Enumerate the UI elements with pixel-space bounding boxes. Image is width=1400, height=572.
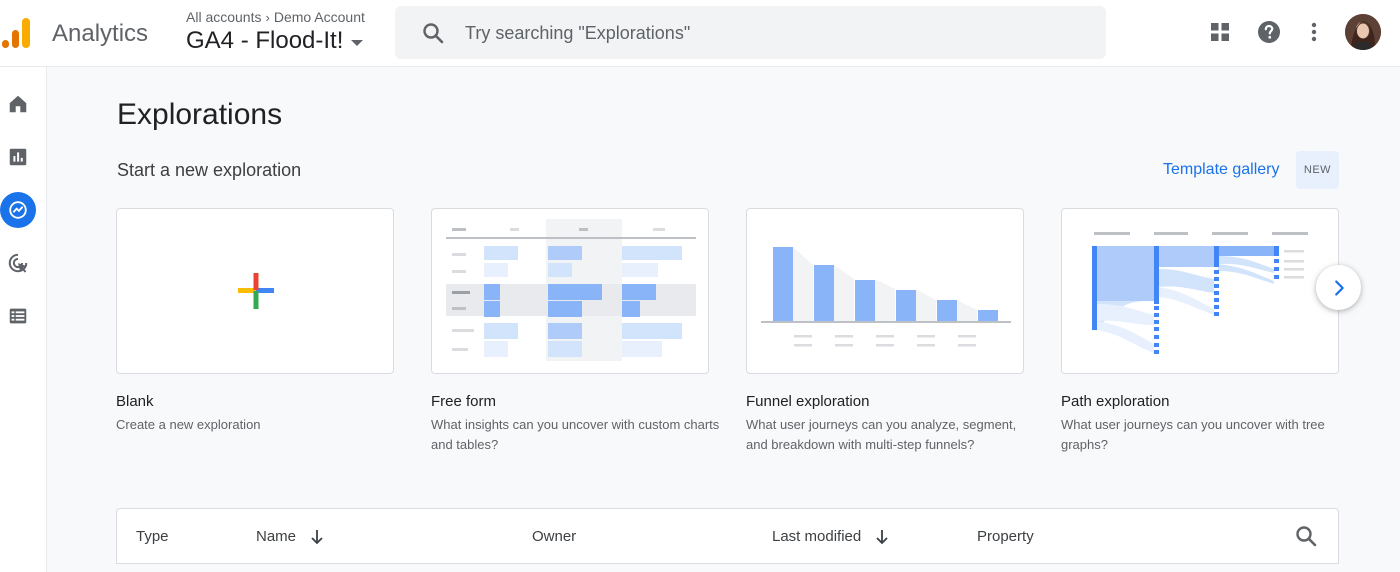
arrow-down-icon	[876, 529, 888, 544]
app-name: Analytics	[52, 20, 149, 47]
list-icon	[9, 308, 27, 324]
breadcrumb-account[interactable]: Demo Account	[274, 9, 365, 25]
home-icon	[9, 95, 27, 113]
column-header-type[interactable]: Type	[136, 528, 169, 545]
search-input[interactable]	[465, 18, 1065, 48]
column-label-property: Property	[977, 528, 1034, 545]
analytics-logo-icon[interactable]	[0, 16, 36, 50]
card-free-form[interactable]	[431, 208, 709, 374]
property-name: GA4 - Flood-It!	[186, 27, 344, 54]
free-form-table-illustration-icon	[446, 219, 696, 361]
card-title-path-exploration: Path exploration	[1061, 393, 1170, 410]
template-gallery-link[interactable]: Template gallery	[1163, 161, 1280, 179]
explorations-table: Type Name Owner Last modified Property	[116, 508, 1339, 564]
card-blank[interactable]	[116, 208, 394, 374]
section-title: Start a new exploration	[117, 160, 302, 180]
breadcrumb-accounts[interactable]: All accounts	[186, 9, 261, 25]
colorful-plus-icon	[238, 273, 274, 309]
target-cursor-icon	[8, 253, 28, 273]
nav-item-home[interactable]	[0, 86, 36, 122]
card-title-funnel-exploration: Funnel exploration	[746, 393, 870, 410]
card-title-blank: Blank	[116, 393, 154, 410]
column-header-property[interactable]: Property	[977, 528, 1034, 545]
card-title-free-form: Free form	[431, 393, 497, 410]
new-badge: NEW	[1296, 151, 1339, 189]
column-label-name: Name	[256, 528, 297, 545]
funnel-chart-illustration-icon	[761, 247, 1011, 347]
carousel-next-button[interactable]	[1316, 265, 1361, 310]
avatar[interactable]	[1345, 14, 1381, 50]
card-desc-blank: Create a new exploration	[116, 417, 261, 432]
nav-item-advertising[interactable]	[0, 245, 36, 281]
search-icon	[423, 23, 444, 44]
property-selector[interactable]: GA4 - Flood-It!	[186, 27, 364, 55]
top-app-bar: Analytics All accounts › Demo Account GA…	[0, 0, 1400, 67]
arrow-down-icon	[311, 529, 323, 544]
column-header-name[interactable]: Name	[256, 528, 324, 545]
column-header-last-modified[interactable]: Last modified	[772, 528, 889, 545]
column-label-owner: Owner	[532, 528, 577, 545]
caret-down-icon	[351, 39, 364, 46]
search-icon[interactable]	[1294, 524, 1318, 548]
column-label-type: Type	[136, 528, 169, 545]
profile-photo-icon	[1345, 14, 1381, 50]
nav-item-reports[interactable]	[0, 139, 36, 175]
explore-icon	[9, 201, 27, 219]
breadcrumb[interactable]: All accounts › Demo Account	[186, 9, 365, 25]
chevron-right-icon: ›	[265, 9, 270, 25]
card-desc-free-form: What insights can you uncover with custo…	[431, 417, 720, 452]
search-bar[interactable]	[395, 6, 1106, 59]
bar-chart-icon	[9, 148, 27, 166]
card-desc-funnel-exploration: What user journeys can you analyze, segm…	[746, 417, 1017, 452]
path-tree-illustration-icon	[1092, 232, 1308, 354]
chevron-right-icon	[1334, 279, 1344, 296]
more-vert-icon[interactable]	[1302, 20, 1326, 44]
card-funnel-exploration[interactable]	[746, 208, 1024, 374]
card-path-exploration[interactable]	[1061, 208, 1339, 374]
apps-grid-icon[interactable]	[1208, 20, 1232, 44]
left-navigation	[0, 67, 47, 572]
card-desc-path-exploration: What user journeys can you uncover with …	[1061, 417, 1325, 452]
nav-item-configure[interactable]	[0, 298, 36, 334]
column-label-last-modified: Last modified	[772, 528, 862, 545]
help-icon[interactable]	[1257, 20, 1281, 44]
page-title: Explorations	[117, 98, 283, 131]
column-header-owner[interactable]: Owner	[532, 528, 576, 545]
nav-item-explore[interactable]	[0, 192, 36, 228]
